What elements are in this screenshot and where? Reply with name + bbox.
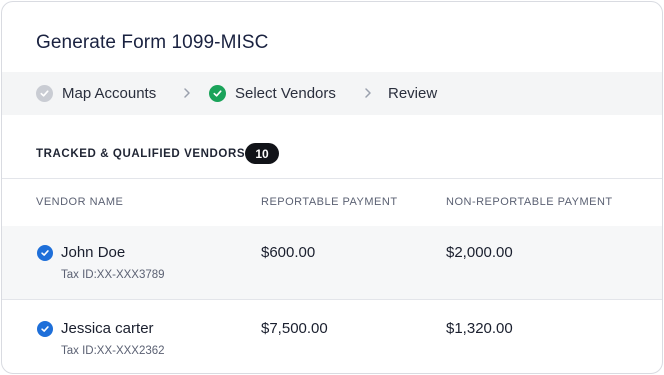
vendor-count-badge: 10: [245, 143, 279, 164]
step-review[interactable]: Review: [388, 85, 437, 102]
chevron-right-icon: [365, 88, 371, 98]
form-card: Generate Form 1099-MISC Map Accounts Sel…: [1, 1, 663, 374]
step-label: Review: [388, 85, 438, 102]
step-label: Select Vendors: [235, 85, 336, 102]
non-reportable-payment: $1,320.00: [446, 320, 513, 337]
section-label: TRACKED & QUALIFIED VENDORS: [36, 148, 246, 160]
table-row[interactable]: John Doe Tax ID:XX-XXX3789 $600.00 $2,00…: [2, 226, 662, 299]
column-header-non-reportable: NON-REPORTABLE PAYMENT: [446, 196, 613, 208]
check-circle-icon: [209, 85, 226, 102]
step-map-accounts[interactable]: Map Accounts: [36, 85, 156, 102]
table-row[interactable]: Jessica carter Tax ID:XX-XXX2362 $7,500.…: [2, 300, 662, 373]
reportable-payment: $7,500.00: [261, 320, 328, 337]
non-reportable-payment: $2,000.00: [446, 244, 513, 261]
column-header-reportable: REPORTABLE PAYMENT: [261, 196, 398, 208]
page-title: Generate Form 1099-MISC: [36, 32, 269, 53]
vendor-tax-id: Tax ID:XX-XXX3789: [61, 269, 165, 281]
chevron-right-icon: [184, 88, 190, 98]
vendor-tax-id: Tax ID:XX-XXX2362: [61, 345, 165, 357]
check-circle-icon: [36, 85, 53, 102]
reportable-payment: $600.00: [261, 244, 316, 261]
vendor-name: Jessica carter: [61, 320, 154, 337]
checkbox-checked-icon[interactable]: [37, 321, 53, 337]
divider: [2, 178, 662, 179]
column-header-vendor-name: VENDOR NAME: [36, 196, 124, 208]
stepper: Map Accounts Select Vendors Review: [2, 72, 662, 115]
step-select-vendors[interactable]: Select Vendors: [209, 85, 336, 102]
vendor-name: John Doe: [61, 244, 126, 261]
checkbox-checked-icon[interactable]: [37, 245, 53, 261]
step-label: Map Accounts: [62, 85, 157, 102]
